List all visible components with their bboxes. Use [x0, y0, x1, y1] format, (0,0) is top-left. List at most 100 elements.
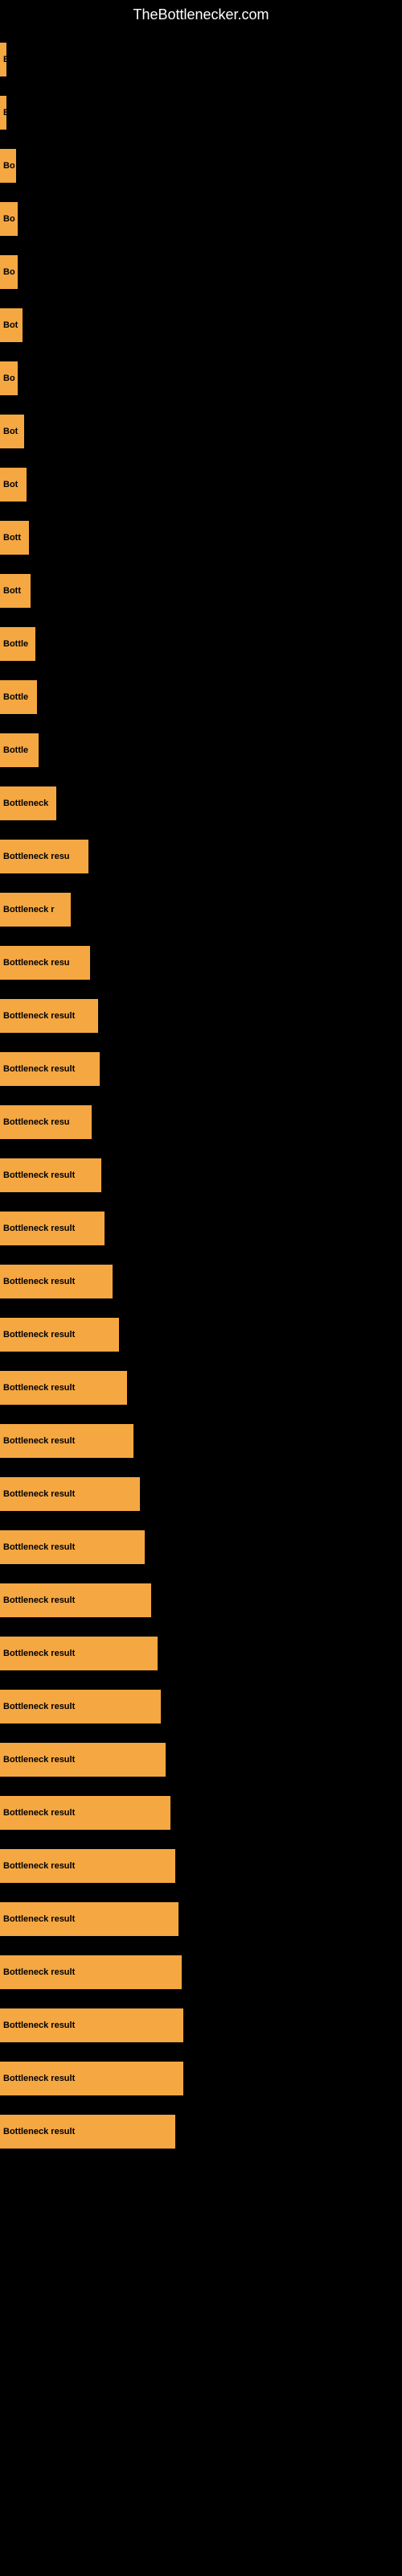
bar: Bottleneck result: [0, 2115, 175, 2149]
bar-label: B: [3, 55, 6, 64]
bar-label: Bot: [3, 480, 18, 489]
bar-row: Bottleneck result: [0, 1416, 402, 1466]
bar: Bottleneck result: [0, 1796, 170, 1830]
bar: Bo: [0, 149, 16, 183]
bar: Bottleneck result: [0, 1212, 105, 1245]
bar-label: Bo: [3, 214, 15, 224]
bar: Bottleneck resu: [0, 946, 90, 980]
bar-row: Bottleneck result: [0, 1629, 402, 1678]
bar: Bottleneck result: [0, 1265, 113, 1298]
bar-row: Bottleneck result: [0, 1788, 402, 1838]
bar-row: Bottleneck resu: [0, 832, 402, 881]
bar-label: Bott: [3, 586, 21, 596]
bar-row: Bot: [0, 300, 402, 350]
bar-row: Bottleneck result: [0, 1841, 402, 1891]
bar-label: Bottleneck result: [3, 2127, 75, 2136]
bar-row: Bot: [0, 460, 402, 510]
bar-label: Bottleneck result: [3, 1330, 75, 1340]
bar: Bottleneck result: [0, 1424, 133, 1458]
bar-row: Bo: [0, 194, 402, 244]
bar-row: Bottleneck result: [0, 1522, 402, 1572]
bar-label: Bottleneck result: [3, 2074, 75, 2083]
bar-label: Bottleneck result: [3, 1967, 75, 1977]
bar-label: Bottleneck r: [3, 905, 55, 914]
bar: Bottleneck result: [0, 1637, 158, 1670]
bar: Bottle: [0, 680, 37, 714]
bar: Bot: [0, 468, 27, 502]
bar-label: Bottleneck result: [3, 1596, 75, 1605]
bar: Bo: [0, 202, 18, 236]
bar-label: Bo: [3, 267, 15, 277]
bar-label: Bottleneck result: [3, 1170, 75, 1180]
bar: Bot: [0, 415, 24, 448]
bar-row: Bot: [0, 407, 402, 456]
bar-label: Bottleneck: [3, 799, 48, 808]
bar: Bo: [0, 255, 18, 289]
bar-label: Bottleneck resu: [3, 852, 70, 861]
bar-row: Bottleneck result: [0, 1469, 402, 1519]
bar: Bottleneck result: [0, 1902, 178, 1936]
bar: Bottleneck r: [0, 893, 71, 927]
bar-label: Bottleneck result: [3, 1011, 75, 1021]
bar-label: Bottleneck result: [3, 1064, 75, 1074]
bar-row: Bottleneck result: [0, 1947, 402, 1997]
bar: B: [0, 96, 6, 130]
bar-row: Bottleneck result: [0, 2107, 402, 2157]
bar-label: Bottleneck result: [3, 2021, 75, 2030]
bar: Bottleneck result: [0, 1477, 140, 1511]
bar-row: Bo: [0, 247, 402, 297]
bar: Bott: [0, 574, 31, 608]
bar: Bott: [0, 521, 29, 555]
bar: Bottleneck result: [0, 1052, 100, 1086]
bar-row: Bottleneck: [0, 778, 402, 828]
bar: Bottleneck result: [0, 2062, 183, 2095]
bar-row: Bottleneck result: [0, 1203, 402, 1253]
bar-row: Bo: [0, 353, 402, 403]
bar-row: Bottleneck result: [0, 1044, 402, 1094]
bar: Bottle: [0, 627, 35, 661]
bar-row: Bottleneck result: [0, 1310, 402, 1360]
bar: Bot: [0, 308, 23, 342]
bar: Bottleneck result: [0, 999, 98, 1033]
bar-row: Bottleneck resu: [0, 938, 402, 988]
bar-label: Bottle: [3, 639, 28, 649]
bar: Bottleneck result: [0, 1583, 151, 1617]
bar-label: Bottleneck result: [3, 1277, 75, 1286]
bar-label: Bott: [3, 533, 21, 543]
bar-row: Bott: [0, 513, 402, 563]
bar-row: Bottleneck result: [0, 991, 402, 1041]
bar-row: Bottleneck result: [0, 1894, 402, 1944]
bar: Bottleneck result: [0, 1849, 175, 1883]
bar-row: Bottleneck resu: [0, 1097, 402, 1147]
bar: Bo: [0, 361, 18, 395]
bar-label: Bottleneck result: [3, 1383, 75, 1393]
bar: Bottleneck: [0, 786, 56, 820]
bar-row: Bottleneck result: [0, 1257, 402, 1307]
bar-label: Bottle: [3, 745, 28, 755]
bar-label: Bottleneck result: [3, 1808, 75, 1818]
bar-row: Bott: [0, 566, 402, 616]
bar-row: Bottleneck result: [0, 1363, 402, 1413]
bar: Bottleneck resu: [0, 1105, 92, 1139]
bar-row: Bo: [0, 141, 402, 191]
bar: B: [0, 43, 6, 76]
bar-label: Bottleneck result: [3, 1436, 75, 1446]
bar-label: Bottleneck resu: [3, 1117, 70, 1127]
bar: Bottleneck resu: [0, 840, 88, 873]
bar-row: Bottleneck result: [0, 1575, 402, 1625]
bar-label: Bottleneck result: [3, 1489, 75, 1499]
bar: Bottleneck result: [0, 2008, 183, 2042]
bar-row: Bottleneck result: [0, 1150, 402, 1200]
bar-row: B: [0, 88, 402, 138]
bar-row: B: [0, 35, 402, 85]
bar: Bottleneck result: [0, 1158, 101, 1192]
bar: Bottleneck result: [0, 1530, 145, 1564]
bars-container: B B Bo Bo Bo Bot Bo Bot Bot Bott Bott Bottle Bottle B…: [0, 27, 402, 2168]
bar-row: Bottleneck result: [0, 2000, 402, 2050]
bar-label: Bottleneck result: [3, 1861, 75, 1871]
bar: Bottleneck result: [0, 1318, 119, 1352]
bar-row: Bottleneck result: [0, 1735, 402, 1785]
bar-label: B: [3, 108, 6, 118]
bar-label: Bottleneck result: [3, 1224, 75, 1233]
bar-label: Bot: [3, 427, 18, 436]
